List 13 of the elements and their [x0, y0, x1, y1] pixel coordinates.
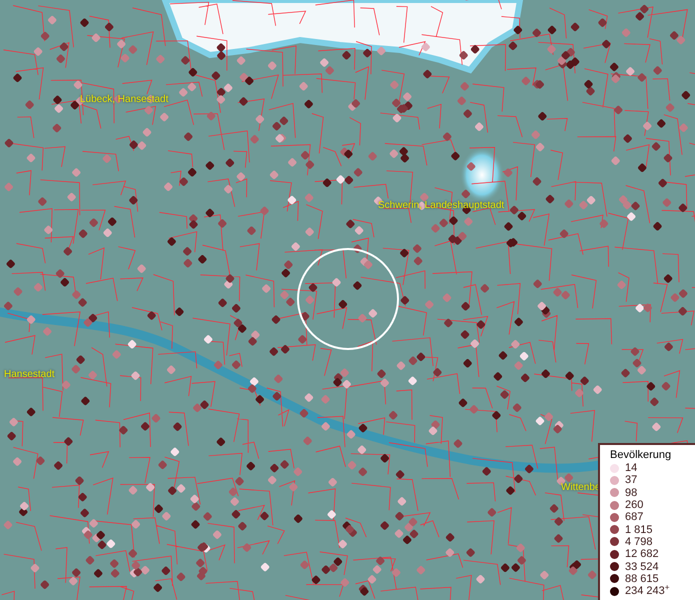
legend-label: 37 [625, 474, 638, 486]
place-label: Hansestadt [4, 368, 55, 382]
legend-label: 33 524 [625, 560, 659, 573]
legend-label: 88 615 [625, 572, 659, 585]
legend-label: 14 [625, 462, 638, 474]
legend-label: 687 [625, 511, 644, 524]
legend-label: 12 682 [625, 548, 659, 560]
legend-label: 1 815 [625, 524, 653, 536]
legend-label: 4 798 [625, 536, 653, 548]
legend-title: Bevölkerung [610, 449, 672, 462]
legend-label: 98 [625, 486, 638, 499]
legend-label: 260 [625, 499, 644, 512]
legend-label: 234 243$^{+}$ [625, 585, 670, 598]
